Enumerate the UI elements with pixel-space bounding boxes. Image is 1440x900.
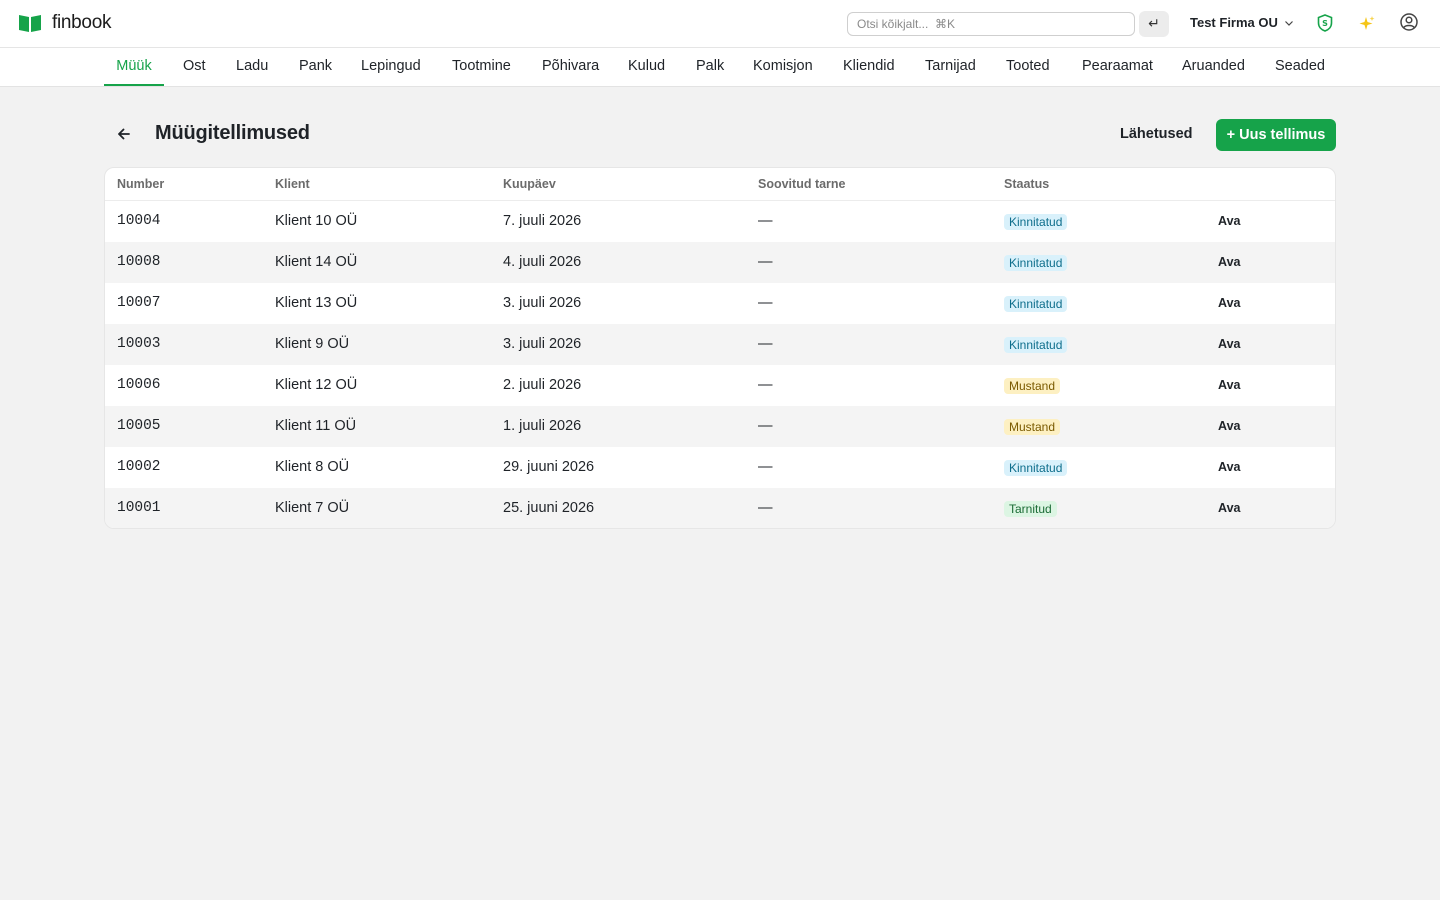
nav-item-tootmine[interactable]: Tootmine (440, 48, 523, 86)
open-order-link[interactable]: Ava (1218, 296, 1240, 310)
table-row[interactable]: 10006 Klient 12 OÜ 2. juuli 2026 — Musta… (105, 365, 1335, 406)
open-order-link[interactable]: Ava (1218, 378, 1240, 392)
orders-table: Number Klient Kuupäev Soovitud tarne Sta… (104, 167, 1336, 529)
top-bar: finbook ↵ Test Firma OU S (0, 0, 1440, 48)
arrow-left-icon[interactable] (114, 124, 134, 144)
status-badge: Kinnitatud (1004, 337, 1068, 353)
svg-text:S: S (1322, 19, 1328, 28)
order-number: 10006 (117, 377, 161, 393)
table-row[interactable]: 10001 Klient 7 OÜ 25. juuni 2026 — Tarni… (105, 488, 1335, 528)
shipments-button[interactable]: Lähetused (1120, 126, 1193, 142)
order-delivery: — (758, 377, 773, 393)
nav-item-muuk[interactable]: Müük (104, 48, 164, 86)
column-header-number: Number (117, 177, 165, 191)
main-nav: Müük Ost Ladu Pank Lepingud Tootmine Põh… (0, 48, 1440, 87)
order-client: Klient 12 OÜ (275, 377, 358, 393)
nav-item-aruanded[interactable]: Aruanded (1170, 48, 1257, 86)
order-date: 2. juuli 2026 (503, 377, 582, 393)
status-badge: Mustand (1004, 378, 1061, 394)
order-date: 4. juuli 2026 (503, 254, 582, 270)
open-order-link[interactable]: Ava (1218, 255, 1240, 269)
nav-item-kulud[interactable]: Kulud (616, 48, 677, 86)
nav-item-pohivara[interactable]: Põhivara (530, 48, 611, 86)
order-delivery: — (758, 459, 773, 475)
order-date: 1. juuli 2026 (503, 418, 582, 434)
nav-item-tooted[interactable]: Tooted (994, 48, 1062, 86)
open-order-link[interactable]: Ava (1218, 501, 1240, 515)
order-date: 7. juuli 2026 (503, 213, 582, 229)
order-number: 10008 (117, 254, 161, 270)
table-header: Number Klient Kuupäev Soovitud tarne Sta… (105, 168, 1335, 201)
order-client: Klient 11 OÜ (275, 418, 357, 434)
order-date: 25. juuni 2026 (503, 500, 595, 516)
status-badge: Tarnitud (1004, 501, 1057, 517)
order-delivery: — (758, 254, 773, 270)
app-name: finbook (52, 12, 112, 33)
status-badge: Kinnitatud (1004, 460, 1068, 476)
order-date: 29. juuni 2026 (503, 459, 595, 475)
table-row[interactable]: 10005 Klient 11 OÜ 1. juuli 2026 — Musta… (105, 406, 1335, 447)
order-delivery: — (758, 418, 773, 434)
order-client: Klient 7 OÜ (275, 500, 350, 516)
order-date: 3. juuli 2026 (503, 336, 582, 352)
column-header-status: Staatus (1004, 177, 1050, 191)
nav-item-seaded[interactable]: Seaded (1263, 48, 1337, 86)
open-order-link[interactable]: Ava (1218, 419, 1240, 433)
status-badge: Kinnitatud (1004, 255, 1068, 271)
column-header-delivery: Soovitud tarne (758, 177, 846, 191)
order-delivery: — (758, 500, 773, 516)
order-number: 10002 (117, 459, 161, 475)
page-title: Müügitellimused (155, 122, 310, 144)
nav-item-palk[interactable]: Palk (684, 48, 736, 86)
status-badge: Mustand (1004, 419, 1061, 435)
nav-item-pearaamat[interactable]: Pearaamat (1070, 48, 1165, 86)
table-row[interactable]: 10008 Klient 14 OÜ 4. juuli 2026 — Kinni… (105, 242, 1335, 283)
open-order-link[interactable]: Ava (1218, 337, 1240, 351)
order-client: Klient 13 OÜ (275, 295, 358, 311)
order-client: Klient 10 OÜ (275, 213, 358, 229)
status-badge: Kinnitatud (1004, 214, 1068, 230)
nav-item-komisjon[interactable]: Komisjon (741, 48, 825, 86)
order-number: 10004 (117, 213, 161, 229)
shield-s-icon[interactable]: S (1315, 13, 1335, 33)
new-order-button[interactable]: + Uus tellimus (1216, 119, 1336, 151)
nav-item-tarnijad[interactable]: Tarnijad (913, 48, 988, 86)
open-order-link[interactable]: Ava (1218, 214, 1240, 228)
order-delivery: — (758, 336, 773, 352)
search-submit-button[interactable]: ↵ (1139, 11, 1169, 37)
order-client: Klient 8 OÜ (275, 459, 350, 475)
order-number: 10005 (117, 418, 161, 434)
table-row[interactable]: 10003 Klient 9 OÜ 3. juuli 2026 — Kinnit… (105, 324, 1335, 365)
order-date: 3. juuli 2026 (503, 295, 582, 311)
book-icon (19, 15, 41, 32)
company-name: Test Firma OU (1190, 15, 1278, 30)
order-number: 10003 (117, 336, 161, 352)
status-badge: Kinnitatud (1004, 296, 1068, 312)
search-input[interactable] (847, 12, 1135, 36)
nav-item-ost[interactable]: Ost (171, 48, 218, 86)
order-delivery: — (758, 213, 773, 229)
column-header-date: Kuupäev (503, 177, 556, 191)
nav-item-lepingud[interactable]: Lepingud (349, 48, 433, 86)
nav-item-ladu[interactable]: Ladu (224, 48, 280, 86)
app-logo[interactable]: finbook (18, 12, 111, 34)
order-client: Klient 9 OÜ (275, 336, 350, 352)
order-delivery: — (758, 295, 773, 311)
table-row[interactable]: 10002 Klient 8 OÜ 29. juuni 2026 — Kinni… (105, 447, 1335, 488)
company-switcher[interactable]: Test Firma OU (1190, 15, 1294, 30)
table-row[interactable]: 10007 Klient 13 OÜ 3. juuli 2026 — Kinni… (105, 283, 1335, 324)
order-number: 10001 (117, 500, 161, 516)
nav-item-pank[interactable]: Pank (287, 48, 344, 86)
open-order-link[interactable]: Ava (1218, 460, 1240, 474)
order-client: Klient 14 OÜ (275, 254, 358, 270)
column-header-client: Klient (275, 177, 310, 191)
sparkle-icon[interactable] (1357, 14, 1377, 34)
chevron-down-icon (1284, 20, 1293, 26)
nav-item-kliendid[interactable]: Kliendid (831, 48, 907, 86)
user-circle-icon[interactable] (1399, 12, 1419, 32)
table-row[interactable]: 10004 Klient 10 OÜ 7. juuli 2026 — Kinni… (105, 201, 1335, 242)
order-number: 10007 (117, 295, 161, 311)
